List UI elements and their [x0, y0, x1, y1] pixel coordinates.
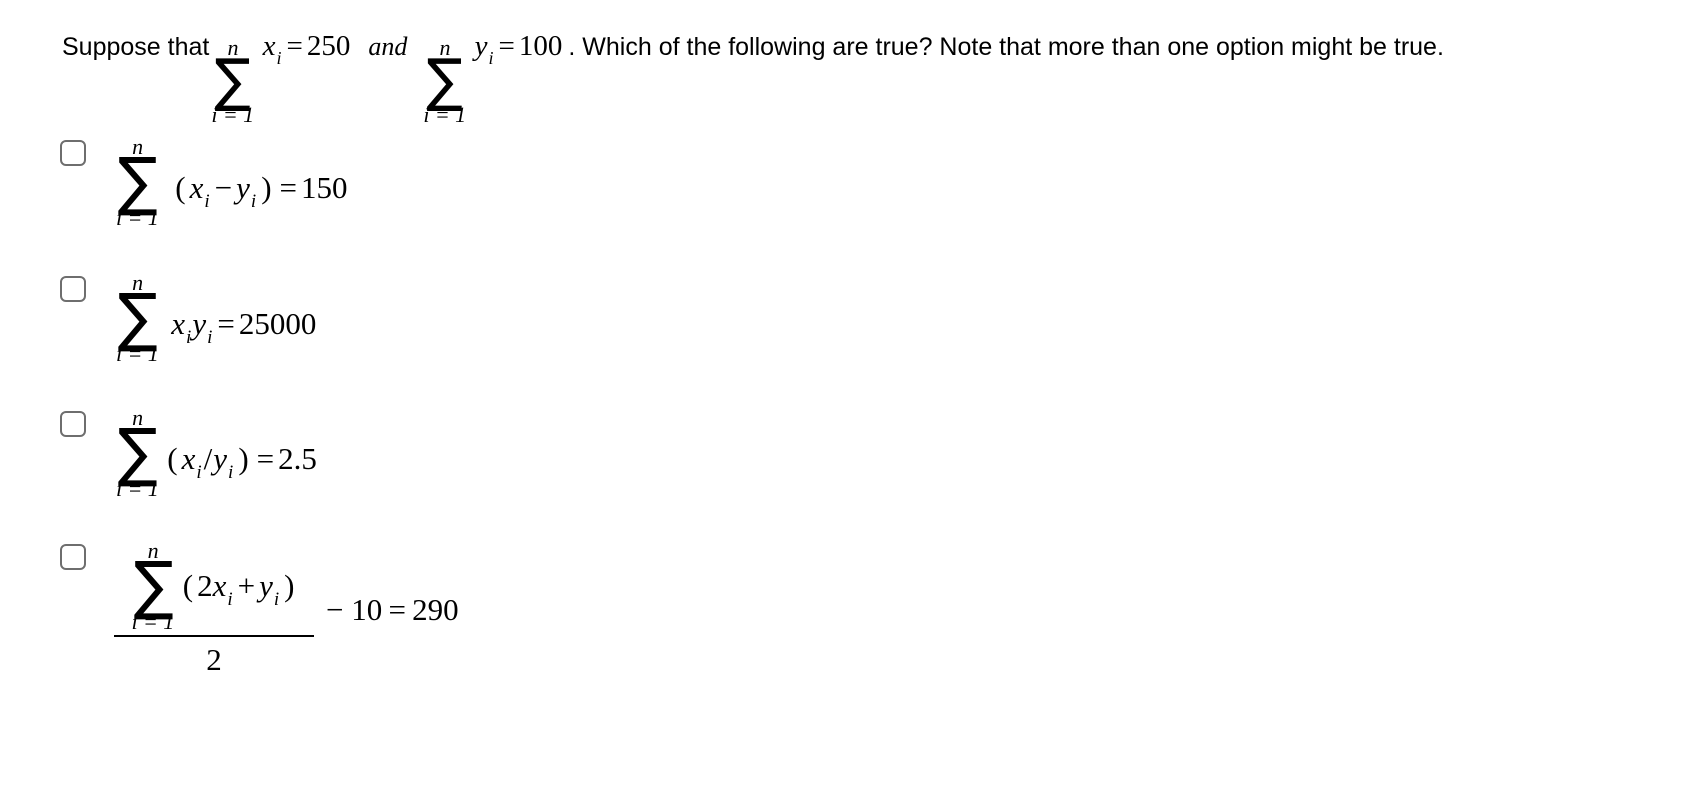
option-2-sigma-block: n ∑ i = 1	[116, 272, 159, 365]
checkbox-option-1[interactable]	[60, 140, 86, 166]
checkbox-option-2[interactable]	[60, 276, 86, 302]
answer-option-1[interactable]: n ∑ i = 1 (xi − yi) = 150	[60, 136, 348, 229]
sigma-icon: ∑	[117, 145, 158, 219]
close-paren: )	[261, 170, 272, 205]
subscript-i: i	[488, 47, 494, 68]
fraction-numerator: n ∑ i = 1 (2xi + yi)	[123, 540, 304, 635]
option-4-sigma-block: n ∑ i = 1	[131, 540, 174, 633]
option-2-formula: n ∑ i = 1 xiyi = 25000	[114, 272, 316, 365]
variable-y: y	[474, 30, 488, 62]
subscript-i: i	[196, 462, 202, 484]
close-paren: )	[238, 441, 249, 476]
option-3-sigma-block: n ∑ i = 1	[116, 407, 159, 500]
question-lead-text: Suppose that	[62, 33, 210, 61]
variable-x: x	[171, 306, 186, 341]
option-4-formula: n ∑ i = 1 (2xi + yi) 2 − 10 = 290	[114, 540, 459, 678]
subscript-i: i	[227, 589, 233, 611]
subscript-i: i	[276, 47, 282, 68]
divide-operator: /	[203, 441, 213, 476]
variable-y: y	[192, 306, 207, 341]
open-paren: (	[175, 170, 186, 205]
option-2-content: n ∑ i = 1 xiyi = 25000	[114, 272, 316, 365]
question-sum-y: n ∑ i = 1	[423, 37, 466, 126]
option-3-expression: (xi/yi) = 2.5	[163, 443, 317, 482]
value-2point5: 2.5	[278, 441, 317, 476]
sigma-icon: ∑	[117, 281, 158, 355]
answer-option-2[interactable]: n ∑ i = 1 xiyi = 25000	[60, 272, 316, 365]
option-1-sigma-block: n ∑ i = 1	[116, 136, 159, 229]
fraction-denominator: 2	[206, 642, 222, 678]
question-sum-y-expression: yi = 100	[475, 32, 563, 67]
option-2-expression: xiyi = 25000	[171, 308, 316, 347]
option-3-content: n ∑ i = 1 (xi/yi) = 2.5	[114, 407, 317, 500]
equals-sign: =	[256, 441, 275, 476]
option-4-tail-expression: − 10 = 290	[326, 592, 459, 628]
equals-sign: =	[498, 30, 515, 62]
conjunction-and: and	[368, 32, 408, 61]
open-paren: (	[167, 441, 178, 476]
minus-operator: −	[214, 170, 233, 205]
value-25000: 25000	[238, 306, 317, 341]
value-150: 150	[301, 170, 348, 205]
variable-x: x	[212, 568, 227, 603]
option-1-content: n ∑ i = 1 (xi − yi) = 150	[114, 136, 348, 229]
equals-sign: =	[286, 30, 303, 62]
value-250: 250	[306, 30, 351, 62]
sigma-icon: ∑	[214, 46, 252, 114]
value-100: 100	[518, 30, 563, 62]
variable-x: x	[189, 170, 204, 205]
variable-x: x	[262, 30, 276, 62]
question-tail-text: . Which of the following are true? Note …	[568, 33, 1444, 61]
equals-sign: =	[217, 306, 235, 341]
question-sum-x-expression: xi = 250	[263, 32, 351, 67]
sigma-icon: ∑	[133, 549, 174, 623]
option-1-expression: (xi − yi) = 150	[171, 172, 347, 211]
checkbox-option-3[interactable]	[60, 411, 86, 437]
coefficient-2: 2	[197, 568, 213, 603]
option-4-content: n ∑ i = 1 (2xi + yi) 2 − 10 = 290	[114, 540, 459, 678]
option-3-formula: n ∑ i = 1 (xi/yi) = 2.5	[114, 407, 317, 500]
variable-y: y	[259, 568, 273, 603]
option-4-expression: (2xi + yi)	[179, 570, 299, 609]
answer-option-4[interactable]: n ∑ i = 1 (2xi + yi) 2 − 10 = 290	[60, 540, 459, 678]
variable-y: y	[213, 441, 228, 476]
equals-sign: =	[279, 170, 297, 205]
answer-option-3[interactable]: n ∑ i = 1 (xi/yi) = 2.5	[60, 407, 317, 500]
plus-operator: +	[237, 568, 256, 603]
option-4-fraction: n ∑ i = 1 (2xi + yi) 2	[114, 540, 314, 678]
checkbox-option-4[interactable]	[60, 544, 86, 570]
variable-x: x	[181, 441, 196, 476]
open-paren: (	[182, 568, 194, 603]
question-sum-x: n ∑ i = 1	[211, 37, 254, 126]
sigma-icon: ∑	[426, 46, 464, 114]
close-paren: )	[284, 568, 295, 603]
option-1-formula: n ∑ i = 1 (xi − yi) = 150	[114, 136, 348, 229]
question-prompt: Suppose that n ∑ i = 1 xi = 250 and n ∑ i …	[62, 8, 1444, 126]
subscript-i: i	[204, 191, 210, 213]
sigma-icon: ∑	[117, 416, 158, 490]
variable-y: y	[236, 170, 250, 205]
